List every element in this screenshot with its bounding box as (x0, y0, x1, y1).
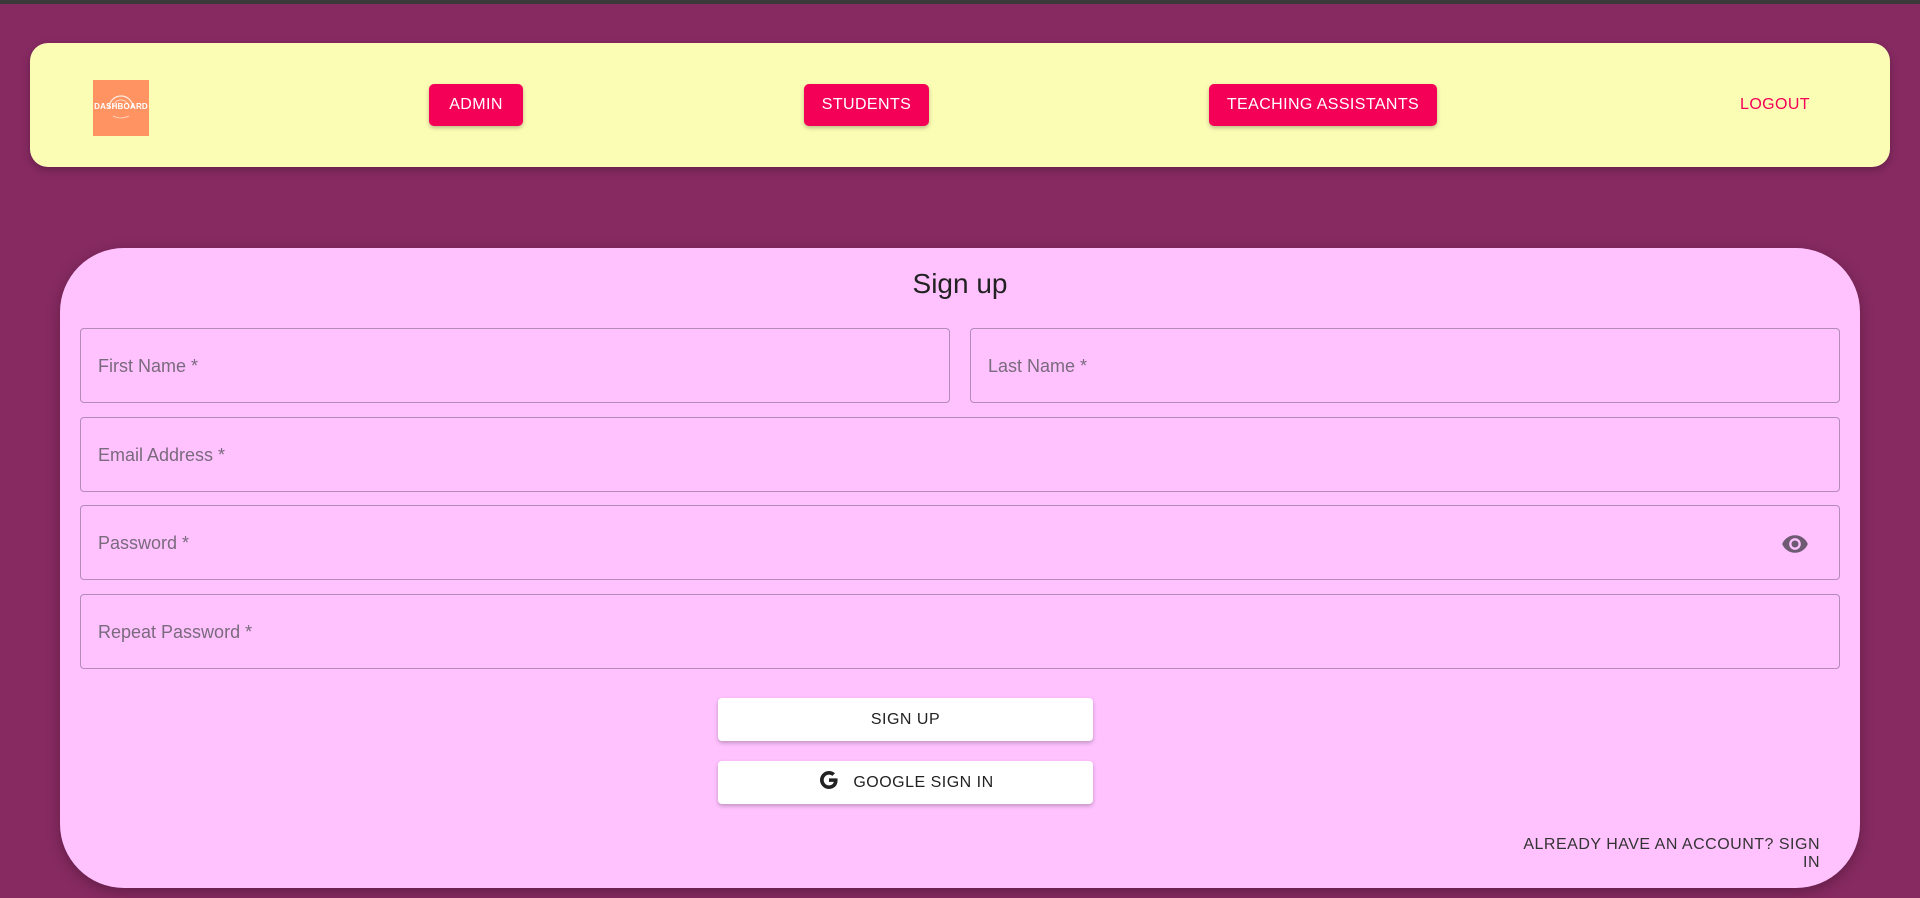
window-top-border (0, 0, 1920, 4)
google-sign-in-label: GOOGLE SIGN IN (853, 773, 994, 791)
repeat-password-field[interactable]: Repeat Password * (80, 594, 1840, 669)
first-name-field[interactable]: First Name * (80, 328, 950, 403)
last-name-field[interactable]: Last Name * (970, 328, 1840, 403)
google-g-icon (817, 768, 841, 797)
last-name-input[interactable] (971, 329, 1839, 402)
repeat-password-input[interactable] (81, 595, 1839, 668)
sign-in-link[interactable]: ALREADY HAVE AN ACCOUNT? SIGN IN (1520, 836, 1820, 872)
nav-teaching-assistants-button[interactable]: TEACHING ASSISTANTS (1209, 84, 1437, 126)
sign-up-button-label: SIGN UP (870, 710, 941, 728)
email-field[interactable]: Email Address * (80, 417, 1840, 492)
password-input[interactable] (81, 506, 1839, 579)
dashboard-logo[interactable]: DASHBOARD (93, 80, 149, 136)
top-navbar: DASHBOARD ADMIN STUDENTS TEACHING ASSIST… (30, 43, 1890, 167)
eye-icon[interactable] (1781, 530, 1809, 558)
logout-button[interactable]: LOGOUT (1730, 84, 1820, 126)
sign-up-button[interactable]: SIGN UP (718, 698, 1093, 741)
nav-admin-button[interactable]: ADMIN (429, 84, 523, 126)
page-title: Sign up (912, 268, 1008, 299)
logo-text: DASHBOARD (94, 101, 148, 111)
password-field[interactable]: Password * (80, 505, 1840, 580)
first-name-input[interactable] (81, 329, 949, 402)
email-input[interactable] (81, 418, 1839, 491)
google-sign-in-button[interactable]: GOOGLE SIGN IN (718, 761, 1093, 804)
signup-card: Sign up First Name * Last Name * Email A… (60, 248, 1860, 888)
nav-students-button[interactable]: STUDENTS (804, 84, 929, 126)
